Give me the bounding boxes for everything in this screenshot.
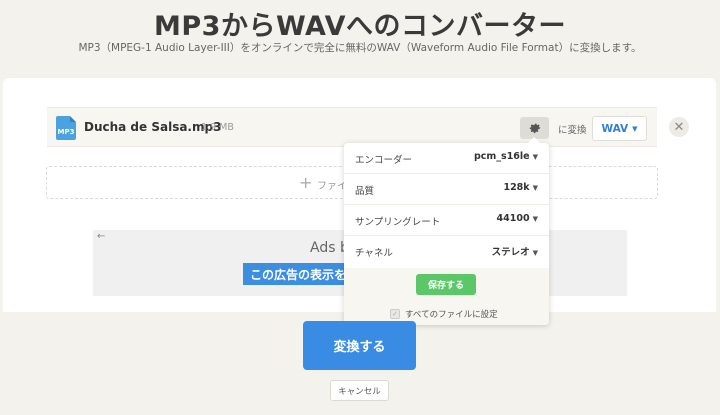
setting-row-encoder[interactable]: エンコーダー pcm_s16le ▼ (344, 143, 549, 174)
caret-down-icon: ▼ (532, 153, 538, 161)
settings-button[interactable] (520, 117, 549, 139)
ad-choices-button[interactable]: この広告の表示を (243, 263, 351, 285)
arrow-left-icon[interactable]: ← (97, 231, 105, 242)
encoder-value: pcm_s16le (473, 151, 530, 162)
file-size: 1.9 MB (201, 122, 234, 133)
apply-to-all-checkbox[interactable]: ✓ (390, 309, 400, 319)
setting-label: 品質 (355, 186, 375, 197)
cancel-button[interactable]: キャンセル (330, 380, 389, 401)
caret-down-icon: ▼ (532, 249, 538, 257)
quality-value: 128k (503, 182, 530, 193)
convert-button[interactable]: 変換する (303, 321, 416, 370)
setting-row-sample-rate[interactable]: サンプリングレート 44100 ▼ (344, 205, 549, 236)
gear-icon (529, 123, 540, 134)
setting-row-quality[interactable]: 品質 128k ▼ (344, 174, 549, 205)
channel-value: ステレオ (491, 247, 530, 258)
caret-down-icon: ▼ (632, 124, 638, 133)
sample-rate-value: 44100 (496, 213, 530, 224)
output-format-select[interactable]: WAV ▼ (592, 116, 647, 141)
close-icon: ✕ (673, 119, 685, 135)
setting-label: チャネル (355, 248, 393, 259)
apply-to-all-label: すべてのファイルに設定 (405, 310, 498, 320)
file-audio-icon: MP3 (56, 116, 76, 140)
setting-value-channel[interactable]: ステレオ ▼ (492, 244, 538, 258)
setting-value-sample-rate[interactable]: 44100 ▼ (497, 213, 538, 224)
page-subtitle: MP3（MPEG-1 Audio Layer-III）をオンラインで完全に無料の… (78, 42, 642, 54)
check-icon: ✓ (392, 310, 398, 318)
caret-down-icon: ▼ (532, 184, 538, 192)
output-format-value: WAV (601, 122, 629, 135)
setting-label: サンプリングレート (355, 217, 441, 228)
setting-label: エンコーダー (355, 155, 413, 166)
setting-value-quality[interactable]: 128k ▼ (503, 182, 538, 193)
file-row: MP3 Ducha de Salsa.mp3 1.9 MB に変換 WAV ▼ (47, 107, 657, 147)
convert-to-label: に変換 (558, 125, 587, 136)
save-settings-button[interactable]: 保存する (416, 274, 476, 295)
caret-down-icon: ▼ (532, 215, 538, 223)
remove-file-button[interactable]: ✕ (669, 117, 689, 137)
setting-value-encoder[interactable]: pcm_s16le ▼ (474, 151, 538, 162)
apply-to-all-option[interactable]: ✓ すべてのファイルに設定 (390, 308, 498, 320)
settings-panel: エンコーダー pcm_s16le ▼ 品質 128k ▼ サンプリングレート 441… (344, 137, 549, 325)
file-type-label: MP3 (57, 128, 75, 136)
page-title: MP3からWAVへのコンバーター (154, 11, 566, 42)
settings-panel-footer: 保存する ✓ すべてのファイルに設定 (344, 268, 549, 325)
setting-row-channel[interactable]: チャネル ステレオ ▼ (344, 236, 549, 267)
plus-icon: + (299, 173, 313, 192)
add-files-label: ファイ (317, 181, 347, 192)
